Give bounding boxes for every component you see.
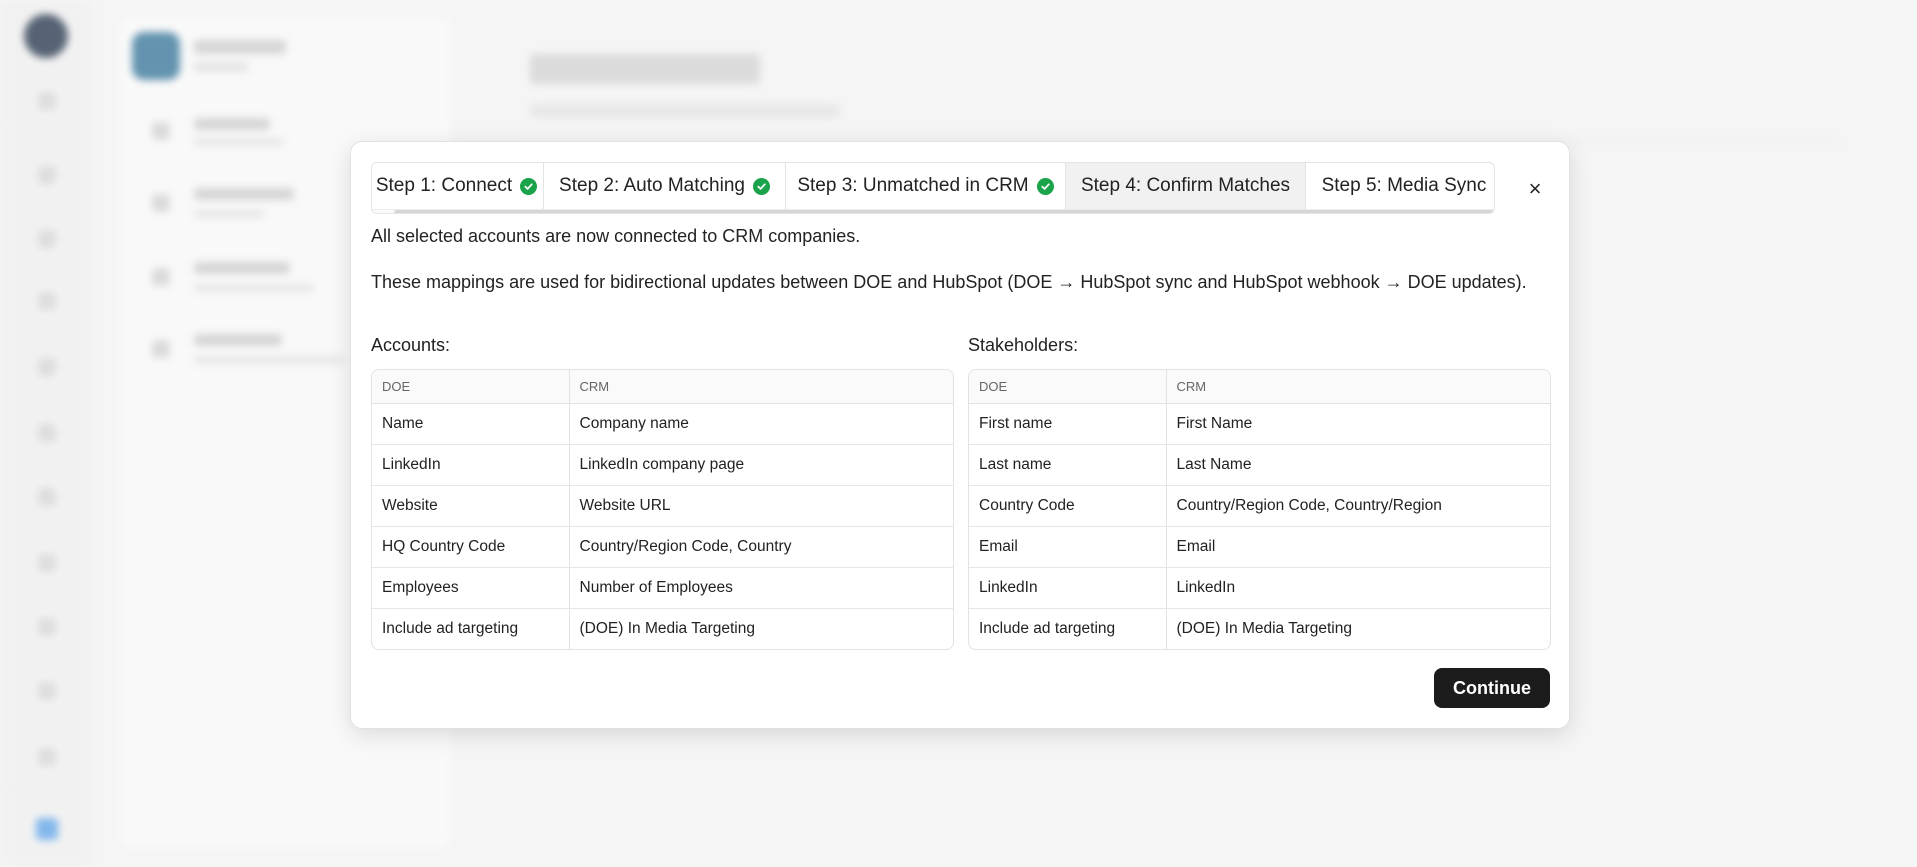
close-button[interactable]: × [1520,174,1550,204]
doe-field: Last name [969,443,1167,485]
crm-field: Number of Employees [569,566,953,608]
intro-text: All selected accounts are now connected … [371,226,861,246]
check-circle-icon [520,177,538,195]
step-label: Step 1: Connect [375,175,513,196]
table-row: HQ Country Code Country/Region Code, Coun… [372,525,953,567]
crm-field: Country/Region Code, Country [569,525,953,567]
doe-field: Website [372,484,570,526]
step-connect[interactable]: Step 1: Connect [372,163,544,209]
step-label: Step 3: Unmatched in CRM [797,175,1029,196]
doe-field: LinkedIn [372,443,570,485]
accounts-title: Accounts: [371,335,451,355]
crm-field: (DOE) In Media Targeting [569,607,953,649]
step-label: Step 2: Auto Matching [559,175,745,196]
doe-field: First name [969,403,1167,444]
table-row: Name Company name [372,403,953,444]
crm-field: Last Name [1166,443,1550,485]
crm-field: LinkedIn company page [569,443,953,485]
check-circle-icon [1036,177,1054,195]
table-row: Last name Last Name [969,443,1550,485]
stakeholders-table: DOE CRM First name First Name Last name La… [968,369,1551,650]
step-confirm-matches[interactable]: Step 4: Confirm Matches [1066,163,1306,209]
column-header-doe: DOE [969,370,1167,404]
doe-field: Country Code [969,484,1167,526]
table-row: LinkedIn LinkedIn [969,566,1550,608]
table-header-row: DOE CRM [372,370,953,404]
check-circle-icon [752,177,770,195]
table-header-row: DOE CRM [969,370,1550,404]
crm-field: First Name [1176,414,1253,432]
stakeholders-title: Stakeholders: [968,335,1079,355]
table-row: Include ad targeting (DOE) In Media Targe… [969,607,1550,649]
accounts-table: DOE CRM Name Company name LinkedIn LinkedI… [371,369,954,650]
step-media-sync[interactable]: Step 5: Media Sync [1306,163,1494,209]
table-row: Employees Number of Employees [372,566,953,608]
table-row: Email Email [969,525,1550,567]
table-row: Include ad targeting (DOE) In Media Targe… [372,607,953,649]
description-text: These mappings are used for bidirectiona… [371,272,1527,292]
column-header-crm: CRM [1166,370,1550,404]
step-auto-matching[interactable]: Step 2: Auto Matching [544,163,786,209]
doe-field: Name [372,403,570,444]
doe-field: Employees [372,566,570,608]
table-row: First name First Name [969,403,1550,444]
column-header-doe: DOE [372,370,570,404]
crm-field: Website URL [569,484,953,526]
crm-field: Email [1166,525,1550,567]
column-header-crm: CRM [569,370,953,404]
step-unmatched-in-crm[interactable]: Step 3: Unmatched in CRM [786,163,1066,209]
crm-field: Country/Region Code, Country/Region [1166,484,1550,526]
doe-field: Include ad targeting [372,607,570,649]
table-row: Website Website URL [372,484,953,526]
crm-setup-modal: Step 1: Connect Step 2: Auto Matching St… [350,141,1570,729]
crm-field: Company name [579,414,689,432]
step-label: Step 4: Confirm Matches [1080,175,1291,196]
scrollbar-thumb[interactable] [394,210,1494,213]
crm-field: (DOE) In Media Targeting [1166,607,1550,649]
doe-field: Email [969,525,1167,567]
table-row: Country Code Country/Region Code, Country… [969,484,1550,526]
step-label: Step 5: Media Sync [1321,175,1487,196]
table-row: LinkedIn LinkedIn company page [372,443,953,485]
stepper-tabs: Step 1: Connect Step 2: Auto Matching St… [371,162,1495,214]
crm-field: LinkedIn [1166,566,1550,608]
stepper-scrollbar[interactable] [372,209,1494,213]
doe-field: HQ Country Code [372,525,570,567]
doe-field: LinkedIn [969,566,1167,608]
doe-field: Include ad targeting [969,607,1167,649]
continue-button[interactable]: Continue [1434,668,1550,708]
